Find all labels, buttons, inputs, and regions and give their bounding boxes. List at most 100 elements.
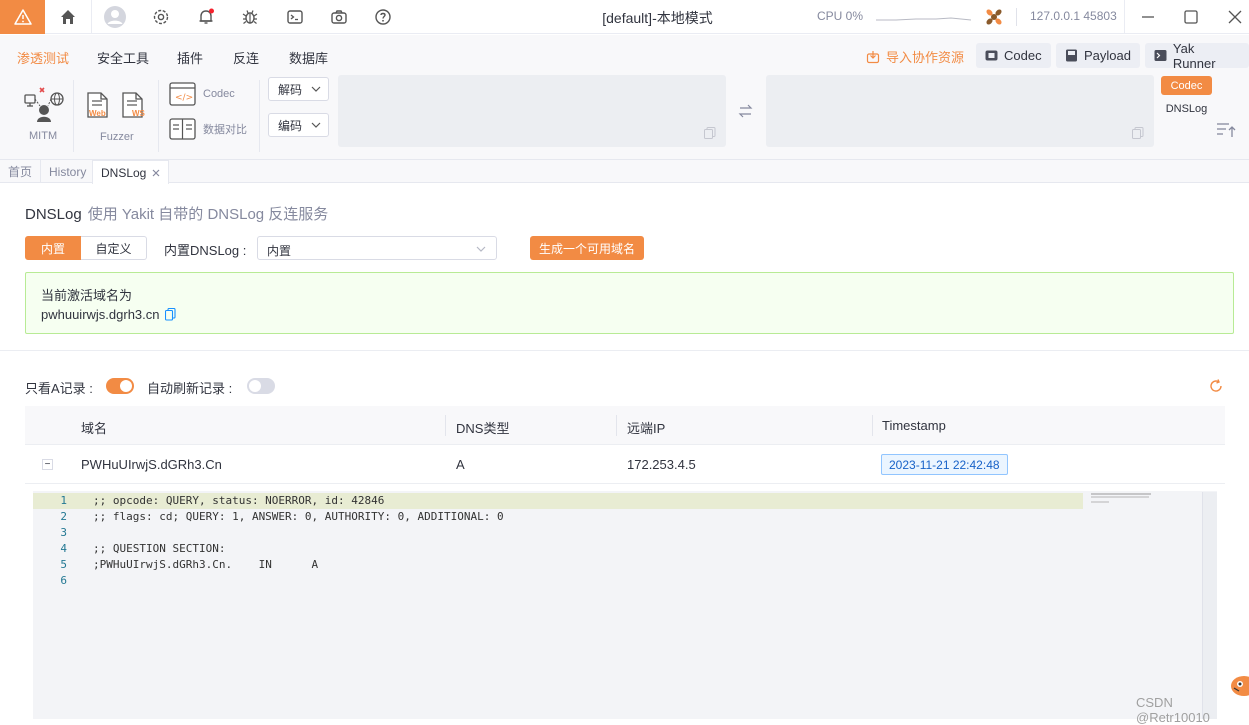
table-row[interactable]: − PWHuUIrwjS.dGRh3.Cn A 172.253.4.5 2023… xyxy=(25,445,1225,484)
settings-gear-icon[interactable] xyxy=(150,6,172,28)
codec-tool[interactable]: </> Codec xyxy=(169,82,235,106)
codec-icon: </> xyxy=(169,82,196,106)
col-timestamp[interactable]: Timestamp xyxy=(882,418,946,433)
builtin-dnslog-label: 内置DNSLog : xyxy=(164,243,247,258)
compare-icon xyxy=(169,118,196,140)
copy-icon[interactable] xyxy=(164,308,176,321)
fuzzer-web-tool[interactable]: Web xyxy=(86,91,112,121)
data-compare-tool[interactable]: 数据对比 xyxy=(169,117,247,141)
bug-icon[interactable] xyxy=(239,6,261,28)
tab-dnslog[interactable]: DNSLog xyxy=(92,160,170,184)
codec-button[interactable]: Codec xyxy=(976,43,1051,68)
mitm-tool[interactable] xyxy=(23,85,65,123)
cpu-sparkline xyxy=(876,17,971,21)
editor-line: 5 ;PWHuUIrwjS.dGRh3.Cn. IN A xyxy=(33,557,1083,573)
camera-icon[interactable] xyxy=(328,6,350,28)
compare-label: 数据对比 xyxy=(203,124,247,136)
fuzzer-ws-tool[interactable]: WS xyxy=(121,91,147,121)
seg-builtin[interactable]: 内置 xyxy=(25,236,81,260)
page-title-text: DNSLog xyxy=(25,206,82,223)
line-code: ;; flags: cd; QUERY: 1, ANSWER: 0, AUTHO… xyxy=(93,510,504,523)
payload-button[interactable]: Payload xyxy=(1056,43,1140,68)
line-number: 6 xyxy=(60,574,67,587)
decode-label: 解码 xyxy=(278,82,303,97)
auto-refresh-switch[interactable] xyxy=(247,378,275,394)
chevron-down-icon xyxy=(476,246,486,252)
maximize-icon[interactable] xyxy=(1180,6,1202,28)
seg-custom[interactable]: 自定义 xyxy=(81,236,147,260)
import-collab-button[interactable]: 导入协作资源 xyxy=(866,47,964,66)
active-domain-alert: 当前激活域名为 pwhuuirwjs.dgrh3.cn xyxy=(25,272,1234,334)
editor-line: 4 ;; QUESTION SECTION: xyxy=(33,541,1083,557)
tab-history[interactable]: History xyxy=(41,160,96,183)
line-number: 5 xyxy=(60,558,67,571)
encode-select[interactable]: 编码 xyxy=(268,113,329,137)
dns-response-editor[interactable]: 1 ;; opcode: QUERY, status: NOERROR, id: … xyxy=(33,491,1217,719)
terminal-icon xyxy=(1154,50,1167,61)
divider xyxy=(1124,0,1125,34)
active-domain-value: pwhuuirwjs.dgrh3.cn xyxy=(41,307,160,322)
switch-knob xyxy=(120,380,132,392)
menu-security-tools[interactable]: 安全工具 xyxy=(97,48,149,67)
editor-line: 6 xyxy=(33,573,1083,589)
minimize-icon[interactable] xyxy=(1137,6,1159,28)
line-number: 4 xyxy=(60,542,67,555)
svg-text:</>: </> xyxy=(175,93,193,103)
bell-icon[interactable] xyxy=(195,6,217,28)
active-domain-label: 当前激活域名为 xyxy=(41,288,133,303)
encode-label: 编码 xyxy=(278,118,303,133)
terminal-icon[interactable] xyxy=(284,6,306,28)
codec-input-area[interactable] xyxy=(338,75,726,147)
line-code: ;; opcode: QUERY, status: NOERROR, id: 4… xyxy=(93,494,385,507)
copy-icon[interactable] xyxy=(1132,127,1144,139)
swap-icon[interactable] xyxy=(738,104,753,118)
page-subtitle: 使用 Yakit 自带的 DNSLog 反连服务 xyxy=(87,206,329,223)
toolbar: MITM Web WS Fuzzer </> Codec 数据对比 解码 编码 … xyxy=(0,75,1249,160)
menu-database[interactable]: 数据库 xyxy=(289,48,328,67)
codec-tool-label: Codec xyxy=(203,88,235,100)
builtin-dnslog-select[interactable]: 内置 xyxy=(257,236,497,260)
codec-output-area[interactable] xyxy=(766,75,1154,147)
col-dns-type[interactable]: DNS类型 xyxy=(456,418,509,437)
chevron-down-icon xyxy=(311,86,321,92)
close-icon[interactable] xyxy=(152,169,160,177)
expand-toggle[interactable]: − xyxy=(42,459,53,470)
payload-button-label: Payload xyxy=(1084,48,1131,63)
only-a-switch[interactable] xyxy=(106,378,134,394)
copy-icon[interactable] xyxy=(704,127,716,139)
editor-scrollbar[interactable] xyxy=(1202,492,1217,719)
tab-home[interactable]: 首页 xyxy=(0,160,42,183)
yak-runner-button[interactable]: Yak Runner xyxy=(1145,41,1249,71)
warning-icon xyxy=(13,9,32,25)
close-icon[interactable] xyxy=(1224,6,1246,28)
side-tab-codec[interactable]: Codec xyxy=(1161,76,1212,95)
home-icon[interactable] xyxy=(57,6,79,28)
row-domain: PWHuUIrwjS.dGRh3.Cn xyxy=(81,457,222,472)
col-remote-ip[interactable]: 远端IP xyxy=(627,418,665,437)
menu-reverse[interactable]: 反连 xyxy=(233,48,259,67)
sort-icon[interactable] xyxy=(1216,122,1236,138)
auto-refresh-label: 自动刷新记录 : xyxy=(147,381,233,396)
decode-select[interactable]: 解码 xyxy=(268,77,329,101)
generate-domain-button[interactable]: 生成一个可用域名 xyxy=(530,236,644,260)
refresh-icon[interactable] xyxy=(1209,379,1223,393)
col-domain[interactable]: 域名 xyxy=(81,418,107,437)
yak-engine-icon[interactable] xyxy=(983,6,1005,28)
window-title: [default]-本地模式 xyxy=(602,10,713,26)
page-title: DNSLog 使用 Yakit 自带的 DNSLog 反连服务 xyxy=(25,203,328,224)
side-tab-dnslog[interactable]: DNSLog xyxy=(1161,99,1212,118)
codec-button-label: Codec xyxy=(1004,48,1042,63)
page-tabs: 首页 History DNSLog xyxy=(0,160,1249,184)
menu-plugins[interactable]: 插件 xyxy=(177,48,203,67)
editor-line: 1 ;; opcode: QUERY, status: NOERROR, id: … xyxy=(33,493,1083,509)
line-number: 1 xyxy=(60,494,67,507)
menu-pentest[interactable]: 渗透测试 xyxy=(17,48,69,67)
divider xyxy=(1016,8,1017,26)
help-icon[interactable] xyxy=(372,6,394,28)
row-remote-ip: 172.253.4.5 xyxy=(627,457,696,472)
import-label: 导入协作资源 xyxy=(886,50,965,65)
row-dns-type: A xyxy=(456,457,465,472)
avatar[interactable] xyxy=(103,5,127,29)
yakit-logo[interactable] xyxy=(0,0,45,34)
cpu-usage: CPU 0% xyxy=(817,9,864,23)
